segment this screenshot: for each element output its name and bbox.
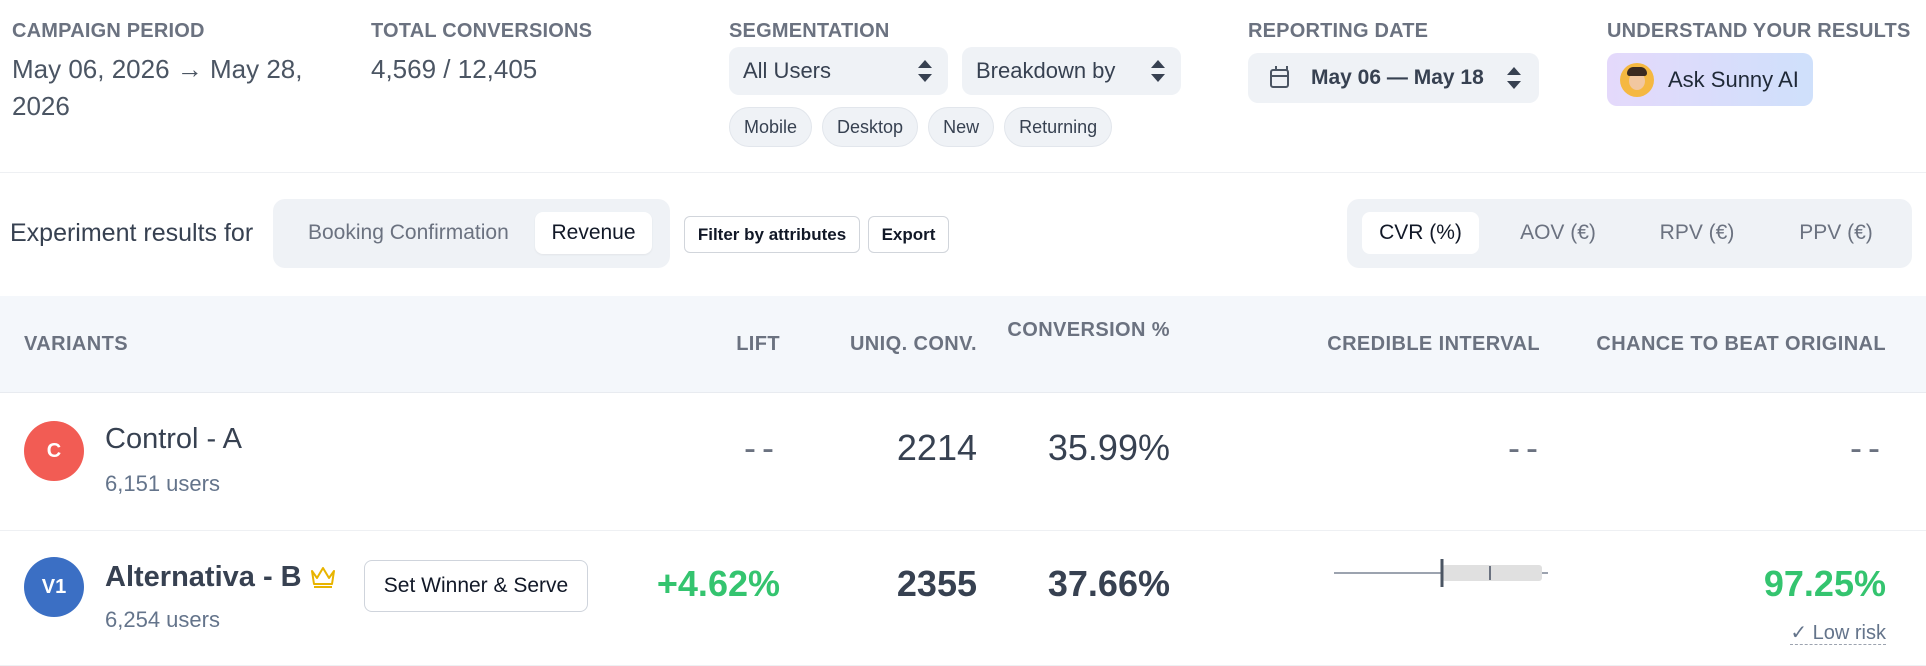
header-conversion: CONVERSION % (1007, 319, 1170, 341)
date-range-value: May 06 — May 18 (1311, 66, 1484, 89)
header-variants: VARIANTS (24, 333, 128, 355)
chip-mobile[interactable]: Mobile (729, 107, 813, 147)
credible-interval-value: -- (1508, 427, 1544, 468)
variant-badge: C (24, 421, 84, 481)
chance-to-beat-value: -- (1850, 427, 1886, 468)
metric-aov[interactable]: AOV (€) (1493, 212, 1623, 254)
total-conversions: TOTAL CONVERSIONS 4,569 / 12,405 (371, 20, 671, 88)
lift-value: +4.62% (656, 563, 780, 604)
chip-desktop[interactable]: Desktop (822, 107, 919, 147)
conversion-value: 35.99% (1047, 427, 1170, 468)
goal-booking-confirmation[interactable]: Booking Confirmation (292, 212, 525, 254)
table-row: C Control - A 6,151 users -- 2214 35.99%… (0, 393, 1926, 531)
campaign-period: CAMPAIGN PERIOD May 06, 2026 → May 28, 2… (12, 20, 312, 125)
users-select-value: All Users (743, 58, 832, 83)
goal-switcher: Booking Confirmation Revenue (273, 199, 670, 268)
metric-ppv[interactable]: PPV (€) (1771, 212, 1901, 254)
experiment-results-label: Experiment results for (10, 219, 254, 247)
lift-value: -- (744, 427, 780, 468)
chance-to-beat-value: 97.25% (1763, 563, 1886, 604)
variant-users: 6,151 users (105, 471, 220, 496)
header-credible-interval: CREDIBLE INTERVAL (1327, 333, 1540, 355)
header-lift: LIFT (736, 333, 780, 355)
chip-new[interactable]: New (928, 107, 995, 147)
uniq-conv-value: 2355 (896, 563, 977, 604)
chevron-up-down-icon (1507, 67, 1521, 89)
conversion-value: 37.66% (1047, 563, 1170, 604)
metric-cvr[interactable]: CVR (%) (1362, 212, 1479, 254)
calendar-icon (1270, 65, 1289, 88)
total-conversions-label: TOTAL CONVERSIONS (371, 20, 593, 42)
goal-revenue[interactable]: Revenue (535, 212, 652, 254)
crown-icon (311, 567, 335, 588)
segmentation-label: SEGMENTATION (729, 20, 890, 42)
table-row: V1 Alternativa - B 6,254 users Set Winne… (0, 531, 1926, 666)
date-range-picker[interactable]: May 06 — May 18 (1248, 53, 1539, 103)
chip-returning[interactable]: Returning (1004, 107, 1113, 147)
understand-results: UNDERSTAND YOUR RESULTS Ask Sunny AI (1607, 20, 1926, 106)
filter-by-attributes-button[interactable]: Filter by attributes (684, 216, 860, 253)
risk-indicator[interactable]: ✓ Low risk (1690, 620, 1886, 645)
sunny-ai-avatar-icon (1620, 62, 1654, 97)
segment-chips: Mobile Desktop New Returning (729, 107, 1113, 147)
results-toolbar: Experiment results for Booking Confirmat… (0, 173, 1926, 296)
variant-users: 6,254 users (105, 607, 220, 632)
export-button[interactable]: Export (868, 216, 949, 253)
campaign-period-label: CAMPAIGN PERIOD (12, 20, 205, 42)
variant-name: Alternativa - B (105, 561, 302, 593)
metric-switcher: CVR (%) AOV (€) RPV (€) PPV (€) (1347, 199, 1912, 268)
uniq-conv-value: 2214 (896, 427, 977, 468)
total-conversions-value: 4,569 / 12,405 (371, 54, 538, 84)
understand-results-label: UNDERSTAND YOUR RESULTS (1607, 20, 1911, 42)
header-uniq-conv: UNIQ. CONV. (849, 333, 977, 355)
breakdown-select-value: Breakdown by (976, 58, 1116, 83)
reporting-date-label: REPORTING DATE (1248, 20, 1429, 42)
chevron-up-down-icon (1151, 60, 1165, 82)
credible-interval-chart (1334, 559, 1548, 587)
risk-label: ✓ Low risk (1790, 622, 1886, 645)
reporting-date: REPORTING DATE May 06 — May 18 (1248, 20, 1568, 103)
campaign-period-value: May 06, 2026 → May 28, 2026 (12, 54, 303, 121)
ask-sunny-ai-button[interactable]: Ask Sunny AI (1607, 53, 1813, 106)
ci-box (1442, 565, 1542, 581)
chevron-up-down-icon (918, 60, 932, 82)
variant-badge: V1 (24, 557, 84, 617)
set-winner-button[interactable]: Set Winner & Serve (364, 560, 588, 612)
breakdown-select[interactable]: Breakdown by (962, 47, 1181, 95)
metric-rpv[interactable]: RPV (€) (1637, 212, 1757, 254)
ask-sunny-ai-label: Ask Sunny AI (1668, 66, 1799, 92)
segmentation: SEGMENTATION All Users Breakdown by Mobi… (729, 20, 1199, 147)
header-chance-to-beat: CHANCE TO BEAT ORIGINAL (1596, 333, 1886, 355)
summary-bar: CAMPAIGN PERIOD May 06, 2026 → May 28, 2… (0, 0, 1926, 173)
results-table-header: VARIANTS LIFT UNIQ. CONV. CONVERSION % C… (0, 296, 1926, 393)
variant-name: Control - A (105, 423, 242, 455)
users-select[interactable]: All Users (729, 47, 948, 95)
